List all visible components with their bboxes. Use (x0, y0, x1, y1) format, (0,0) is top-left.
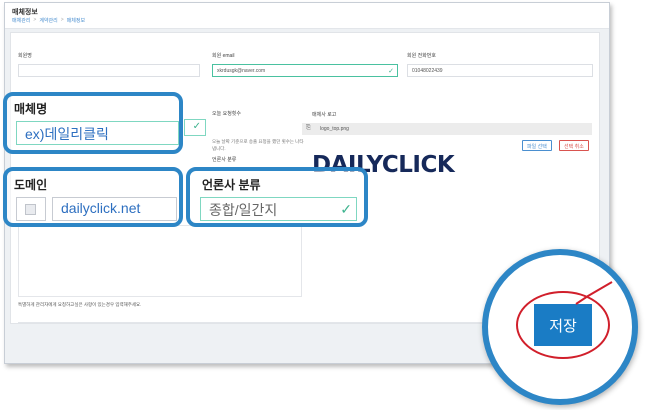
request-textarea[interactable] (18, 225, 302, 297)
domain-label: 도메인 (14, 178, 48, 192)
member-email-field[interactable]: xkrdusgk@naver.com ✓ (212, 64, 398, 77)
press-category-label: 언론사 분류 (202, 178, 261, 192)
member-phone-field[interactable]: 01048022439 (407, 64, 593, 77)
check-icon: ✓ (192, 121, 201, 132)
daily-request-description: 오늘 날짜 기준으로 송출 요청을 했던 횟수는 나타냅니다. (212, 139, 304, 151)
save-button[interactable]: 저장 (534, 304, 592, 346)
member-name-label: 회원명 (18, 53, 32, 59)
media-name-input[interactable]: ex)데일리클릭 (16, 121, 179, 145)
member-email-value: xkrdusgk@naver.com (217, 68, 266, 74)
breadcrumb-item-media[interactable]: 매체관리 (12, 17, 30, 24)
media-name-value: ex)데일리클릭 (25, 126, 109, 142)
breadcrumb-item-contract[interactable]: 계약관리 (39, 17, 57, 24)
press-category-select[interactable]: 종합/일간지 ✓ (200, 197, 357, 221)
cancel-selection-button[interactable]: 선택 취소 (559, 140, 589, 151)
breadcrumb-separator: > (60, 17, 64, 23)
press-category-value: 종합/일간지 (209, 202, 278, 218)
logo-label: 매체사 로고 (312, 112, 337, 118)
domain-input[interactable]: dailyclick.net (52, 197, 177, 221)
page-title: 매체정보 (12, 9, 38, 16)
red-checkmark-icon (575, 281, 613, 305)
request-notice: 특별하게 관리자에게 요청하고싶은 사항이 있는경우 입력해주세요. (18, 302, 142, 307)
press-category-small-label: 언론사 분류 (212, 157, 237, 163)
media-name-label: 매체명 (14, 102, 48, 116)
paperclip-icon: ⎘ (306, 125, 311, 131)
daily-request-label: 오늘 요청횟수 (212, 111, 241, 117)
logo-filename: logo_top.png (320, 126, 349, 132)
check-icon: ✓ (388, 68, 394, 75)
page-header: 매체정보 매체관리 > 계약관리 > 매체정보 (5, 3, 609, 29)
save-zoom-callout: 저장 (482, 249, 638, 405)
logo-file-row: ⎘ logo_top.png (302, 123, 592, 135)
domain-value: dailyclick.net (61, 200, 141, 216)
member-phone-value: 01048022439 (412, 68, 443, 74)
media-name-field-edge: ✓ (184, 119, 206, 136)
check-icon: ✓ (340, 201, 352, 217)
member-email-label: 회원 email (212, 53, 235, 59)
breadcrumb-separator: > (33, 17, 37, 23)
select-file-button[interactable]: 파일 선택 (522, 140, 552, 151)
breadcrumb-item-media-info[interactable]: 매체정보 (67, 17, 85, 24)
domain-checkbox-cell[interactable] (16, 197, 46, 221)
member-phone-label: 회원 전화번호 (407, 53, 436, 59)
member-name-field[interactable] (18, 64, 200, 77)
checkbox[interactable] (25, 204, 36, 215)
breadcrumb: 매체관리 > 계약관리 > 매체정보 (12, 17, 85, 24)
